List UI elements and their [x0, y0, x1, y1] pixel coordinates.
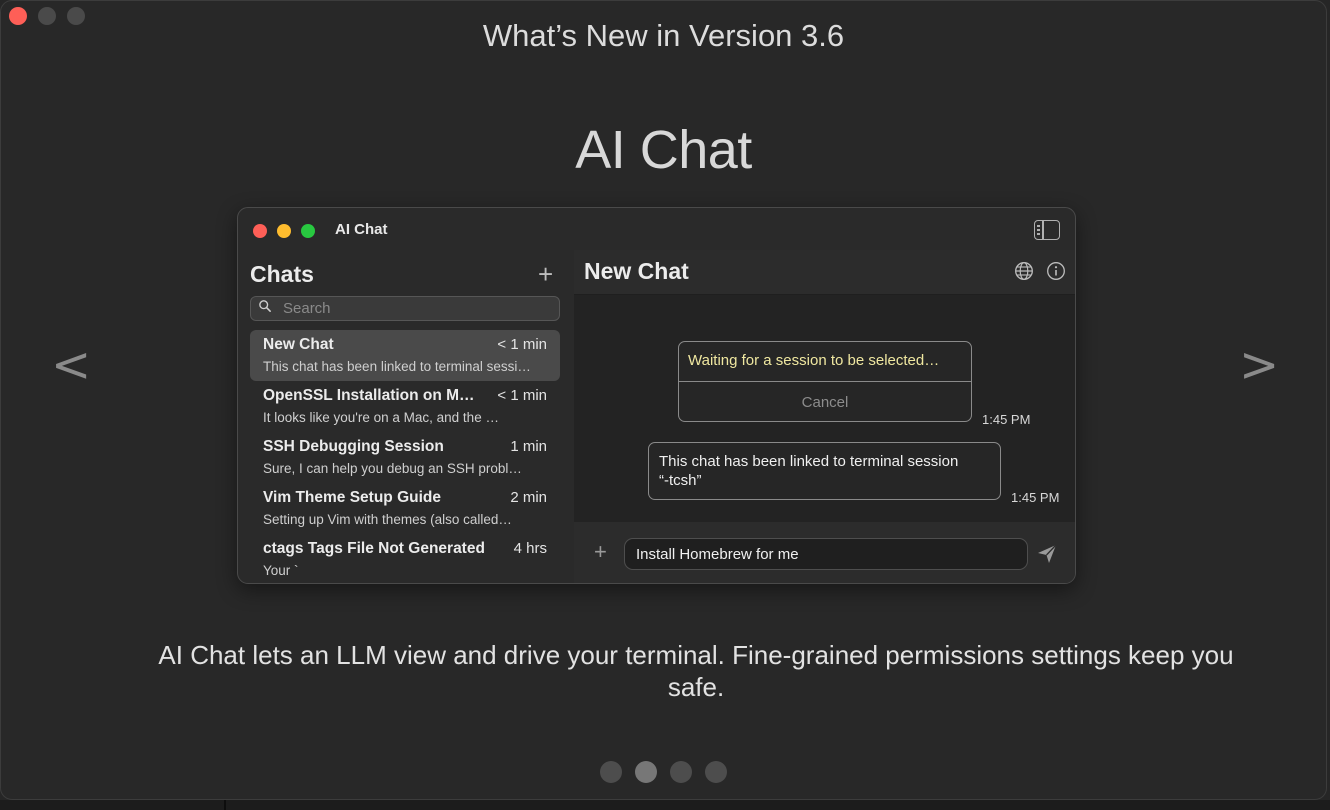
chat-title: Vim Theme Setup Guide [263, 489, 442, 506]
feature-title: AI Chat [575, 120, 752, 180]
app-window-controls [253, 224, 315, 238]
page-indicator [600, 761, 727, 783]
send-icon[interactable] [1036, 543, 1058, 565]
page-dot[interactable] [705, 761, 727, 783]
message-text: This chat has been linked to terminal se… [659, 453, 959, 470]
search-icon [259, 300, 271, 312]
sidebar-toggle-icon[interactable] [1034, 220, 1060, 240]
chat-list: New Chat < 1 min This chat has been link… [250, 330, 560, 583]
attach-button[interactable]: + [594, 541, 607, 563]
chat-time: 2 min [510, 489, 547, 506]
chat-preview: Your ` [263, 563, 299, 578]
next-feature-button[interactable]: > [1239, 341, 1279, 389]
search-field[interactable] [250, 296, 560, 321]
chat-list-item[interactable]: Vim Theme Setup Guide 2 min Setting up V… [250, 483, 560, 534]
chat-list-item[interactable]: OpenSSL Installation on M… < 1 min It lo… [250, 381, 560, 432]
composer: + [574, 522, 1075, 583]
desktop-background [0, 800, 1330, 810]
ai-chat-preview: AI Chat Chats + New Chat < 1 min This ch… [237, 207, 1076, 584]
new-chat-button[interactable]: + [538, 261, 553, 287]
chats-heading: Chats [250, 261, 314, 287]
chat-preview: Sure, I can help you debug an SSH probl… [263, 461, 522, 476]
previous-feature-button[interactable]: < [51, 341, 91, 389]
message-timestamp: 1:45 PM [1011, 490, 1060, 505]
chat-title: OpenSSL Installation on M… [263, 387, 475, 404]
chat-title: SSH Debugging Session [263, 438, 444, 455]
chat-time: 1 min [510, 438, 547, 455]
cancel-button[interactable]: Cancel [679, 382, 971, 422]
page-dot-active[interactable] [635, 761, 657, 783]
chat-header: New Chat [574, 250, 1075, 295]
waiting-message: Waiting for a session to be selected… Ca… [678, 341, 972, 422]
chat-preview: It looks like you're on a Mac, and the … [263, 410, 499, 425]
page-dot[interactable] [600, 761, 622, 783]
chat-list-item[interactable]: SSH Debugging Session 1 min Sure, I can … [250, 432, 560, 483]
chat-preview: This chat has been linked to terminal se… [263, 359, 531, 374]
chat-time: < 1 min [497, 336, 547, 353]
chat-list-item[interactable]: ctags Tags File Not Generated 4 hrs Your… [250, 534, 560, 583]
window-title: What’s New in Version 3.6 [482, 18, 845, 53]
message-timestamp: 1:45 PM [982, 412, 1031, 427]
chat-time: 4 hrs [513, 540, 547, 557]
app-zoom-button[interactable] [301, 224, 315, 238]
whats-new-window: What’s New in Version 3.6 AI Chat < > AI… [0, 0, 1327, 800]
chat-title: New Chat [263, 336, 334, 353]
chat-title: ctags Tags File Not Generated [263, 540, 485, 557]
chat-preview: Setting up Vim with themes (also called… [263, 512, 512, 527]
chat-time: < 1 min [497, 387, 547, 404]
app-title: AI Chat [335, 221, 388, 238]
message-area: Waiting for a session to be selected… Ca… [574, 295, 1075, 522]
feature-description: AI Chat lets an LLM view and drive your … [158, 640, 1234, 702]
message-input[interactable] [624, 538, 1028, 570]
message-text: “-tcsh” [659, 472, 702, 489]
page-dot[interactable] [670, 761, 692, 783]
search-input[interactable] [283, 297, 553, 320]
chat-title-heading: New Chat [584, 258, 689, 284]
info-icon[interactable] [1046, 261, 1066, 281]
app-close-button[interactable] [253, 224, 267, 238]
linked-session-message: This chat has been linked to terminal se… [648, 442, 1001, 500]
chat-list-item[interactable]: New Chat < 1 min This chat has been link… [250, 330, 560, 381]
waiting-text: Waiting for a session to be selected… [688, 352, 940, 369]
app-minimize-button[interactable] [277, 224, 291, 238]
globe-icon[interactable] [1014, 261, 1034, 281]
